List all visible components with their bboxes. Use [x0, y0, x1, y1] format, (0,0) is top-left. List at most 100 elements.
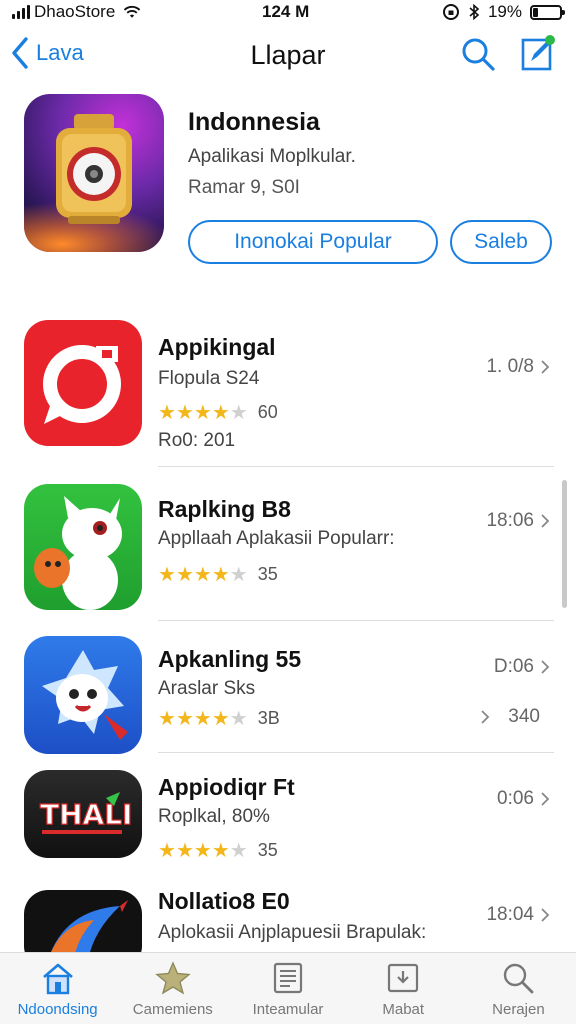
list-item[interactable]: THALI Appiodiqr Ft Roplkal, 80% ★ ★ ★ ★ ★ 35 …	[0, 768, 576, 892]
star-icon: ★	[193, 707, 212, 730]
list-item[interactable]: Raplking B8 Appllaah Aplakasii Popularr:…	[0, 484, 576, 621]
scroll-indicator[interactable]	[562, 480, 567, 608]
app-subtitle: Roplkal, 80%	[158, 806, 270, 827]
red-chat-icon	[24, 320, 142, 446]
signal-icon	[12, 5, 30, 19]
tab-news[interactable]: Inteamular	[230, 953, 345, 1024]
chevron-right-icon	[541, 792, 550, 806]
app-time: 1. 0/8	[486, 356, 550, 378]
rating-count: 60	[257, 402, 278, 422]
list-item[interactable]: Nollatio8 E0 Aplokasii Anjplapuesii Brap…	[0, 886, 576, 970]
star-icon: ★	[211, 707, 230, 730]
app-subtitle: Aplokasii Anjplapuesii Brapulak:	[158, 922, 427, 943]
secondary-button[interactable]: Saleb	[450, 220, 552, 264]
star-icon: ★	[175, 707, 194, 730]
chevron-right-icon	[541, 360, 550, 374]
app-name: Raplking B8	[158, 496, 291, 522]
app-name: Appikingal	[158, 334, 276, 360]
chevron-right-icon	[541, 908, 550, 922]
star-icon: ★	[211, 839, 230, 862]
star-rating: ★ ★ ★ ★ ★ 35	[158, 564, 278, 585]
star-icon: ★	[158, 401, 176, 424]
star-rating: ★ ★ ★ ★ ★ 3B	[158, 708, 280, 729]
tab-featured[interactable]: Camemiens	[115, 953, 230, 1024]
battery-percent: 19%	[487, 2, 522, 21]
status-time: 124 M	[262, 2, 310, 21]
tab-home[interactable]: Ndoondsing	[0, 953, 115, 1024]
home-icon	[42, 963, 73, 995]
featured-app-meta: Ramar 9, S0I	[188, 177, 300, 198]
carrier-name: DhaoStore	[34, 2, 116, 21]
orientation-lock-icon	[442, 4, 459, 20]
list-item[interactable]: Appikingal Flopula S24 ★ ★ ★ ★ ★ 60 Ro0: 201 …	[0, 320, 576, 470]
tab-search[interactable]: Nerajen	[461, 953, 576, 1024]
featured-app-icon[interactable]	[24, 94, 164, 252]
star-icon: ★	[158, 839, 176, 862]
star-icon: ★	[229, 563, 248, 586]
star-icon: ★	[175, 563, 194, 586]
app-name: Appiodiqr Ft	[158, 774, 295, 800]
popular-button[interactable]: Inonokai Popular	[188, 220, 438, 264]
battery-icon	[530, 4, 565, 20]
star-icon: ★	[158, 707, 176, 730]
app-secondary-label: 340	[508, 706, 540, 727]
blue-mascot-icon	[24, 636, 142, 754]
app-time: 0:06	[497, 788, 550, 810]
star-icon: ★	[193, 839, 212, 862]
app-time-label: D:06	[493, 656, 534, 677]
featured-app-title: Indonnesia	[188, 108, 320, 136]
star-icon: ★	[211, 401, 230, 424]
star-icon	[155, 961, 191, 995]
app-time-label: 1. 0/8	[486, 356, 534, 377]
star-icon: ★	[175, 401, 194, 424]
compose-icon[interactable]	[520, 34, 556, 72]
star-icon: ★	[158, 563, 176, 586]
star-icon: ★	[229, 707, 248, 730]
app-time: 18:04	[486, 904, 550, 926]
tab-label: Nerajen	[492, 1001, 545, 1018]
status-bar: DhaoStore 124 M 19%	[0, 0, 576, 24]
tab-label: Inteamular	[252, 1001, 324, 1018]
star-icon: ★	[229, 401, 248, 424]
thali-game-icon: THALI	[24, 770, 142, 858]
rating-count: 35	[257, 564, 278, 584]
safe-box-icon	[56, 114, 132, 224]
search-icon[interactable]	[460, 36, 496, 72]
app-time-label: 0:06	[497, 788, 534, 809]
star-icon: ★	[211, 563, 230, 586]
featured-app-subtitle: Apalikasi Moplkular.	[188, 146, 356, 167]
tab-label: Ndoondsing	[17, 1001, 98, 1018]
rating-count: 3B	[257, 708, 280, 728]
app-time: D:06	[494, 656, 550, 678]
app-name: Nollatio8 E0	[158, 888, 290, 914]
navigation-bar: Lava Llapar	[0, 30, 576, 82]
app-secondary-value: 340	[480, 706, 540, 728]
star-rating: ★ ★ ★ ★ ★ 35	[158, 840, 278, 861]
star-icon: ★	[229, 839, 248, 862]
tab-updates[interactable]: Mabat	[346, 953, 461, 1024]
updates-icon	[388, 963, 419, 993]
news-icon	[273, 962, 303, 994]
chevron-right-icon	[541, 514, 550, 528]
tab-label: Mabat	[382, 1001, 425, 1018]
featured-app-card: Indonnesia Apalikasi Moplkular. Ramar 9,…	[0, 92, 576, 272]
star-rating: ★ ★ ★ ★ ★ 60	[158, 402, 278, 423]
star-icon: ★	[193, 563, 212, 586]
separator	[158, 466, 554, 467]
chevron-right-icon	[481, 710, 490, 724]
bluetooth-icon	[469, 3, 480, 21]
chevron-right-icon	[541, 660, 550, 674]
green-cat-icon	[24, 484, 142, 610]
separator	[158, 752, 554, 753]
app-time: 18:06	[486, 510, 550, 532]
tab-bar: Ndoondsing Camemiens Inteamular Mabat Ne…	[0, 952, 576, 1024]
search-icon	[504, 963, 534, 994]
thali-logo-text: THALI	[40, 798, 132, 831]
star-icon: ★	[175, 839, 194, 862]
wifi-icon	[124, 5, 141, 18]
list-item[interactable]: Apkanling 55 Araslar Sks ★ ★ ★ ★ ★ 3B D:06 34…	[0, 636, 576, 760]
app-subtitle: Appllaah Aplakasii Popularr:	[158, 528, 395, 549]
app-extra-info: Ro0: 201	[158, 430, 236, 451]
app-time-label: 18:04	[486, 904, 534, 925]
app-name: Apkanling 55	[158, 646, 302, 672]
